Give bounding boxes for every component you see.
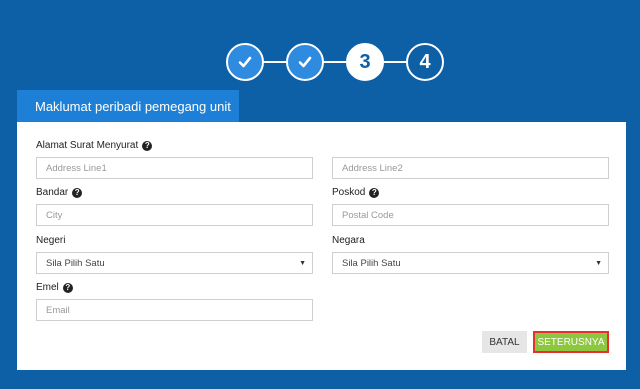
postcode-label: Poskod ? (332, 187, 380, 198)
state-label: Negeri (36, 235, 65, 246)
step-connector (324, 61, 346, 63)
caret-down-icon: ▼ (299, 259, 306, 267)
address-label: Alamat Surat Menyurat ? (36, 140, 153, 151)
country-label: Negara (332, 235, 365, 246)
section-title: Maklumat peribadi pemegang unit (35, 98, 231, 114)
address-line1-placeholder: Address Line1 (46, 162, 107, 174)
step-2-complete (286, 43, 324, 81)
address-line2-input[interactable]: Address Line2 (332, 157, 609, 179)
postcode-label-text: Poskod (332, 187, 366, 198)
country-label-text: Negara (332, 235, 365, 246)
city-placeholder: City (46, 209, 63, 221)
check-icon (238, 56, 252, 68)
step-4-pending: 4 (406, 43, 444, 81)
cancel-button[interactable]: BATAL (482, 331, 527, 353)
postcode-input[interactable]: Postal Code (332, 204, 609, 226)
city-input[interactable]: City (36, 204, 313, 226)
step-connector (384, 61, 406, 63)
step-1-complete (226, 43, 264, 81)
country-select[interactable]: Sila Pilih Satu ▼ (332, 252, 609, 274)
step-number: 3 (359, 50, 371, 73)
progress-stepper: 3 4 (0, 43, 640, 83)
caret-down-icon: ▼ (595, 259, 602, 267)
state-select-value: Sila Pilih Satu (46, 257, 105, 269)
city-label-text: Bandar (36, 187, 69, 198)
check-icon (298, 56, 312, 68)
country-select-value: Sila Pilih Satu (342, 257, 401, 269)
postcode-placeholder: Postal Code (342, 209, 394, 221)
address-line1-input[interactable]: Address Line1 (36, 157, 313, 179)
step-number: 4 (419, 50, 431, 73)
step-connector (264, 61, 286, 63)
help-icon[interactable]: ? (142, 140, 153, 151)
help-icon[interactable]: ? (62, 282, 73, 293)
state-select[interactable]: Sila Pilih Satu ▼ (36, 252, 313, 274)
help-icon[interactable]: ? (369, 187, 380, 198)
cancel-button-label: BATAL (489, 336, 520, 348)
email-placeholder: Email (46, 304, 70, 316)
help-icon[interactable]: ? (72, 187, 83, 198)
email-label: Emel ? (36, 282, 73, 293)
address-label-text: Alamat Surat Menyurat (36, 140, 139, 151)
city-label: Bandar ? (36, 187, 83, 198)
section-title-tab: Maklumat peribadi pemegang unit (17, 90, 239, 122)
next-button-label: SETERUSNYA (537, 336, 605, 348)
step-3-current: 3 (346, 43, 384, 81)
email-label-text: Emel (36, 282, 59, 293)
address-line2-placeholder: Address Line2 (342, 162, 403, 174)
state-label-text: Negeri (36, 235, 66, 246)
next-button[interactable]: SETERUSNYA (533, 331, 609, 353)
email-input[interactable]: Email (36, 299, 313, 321)
